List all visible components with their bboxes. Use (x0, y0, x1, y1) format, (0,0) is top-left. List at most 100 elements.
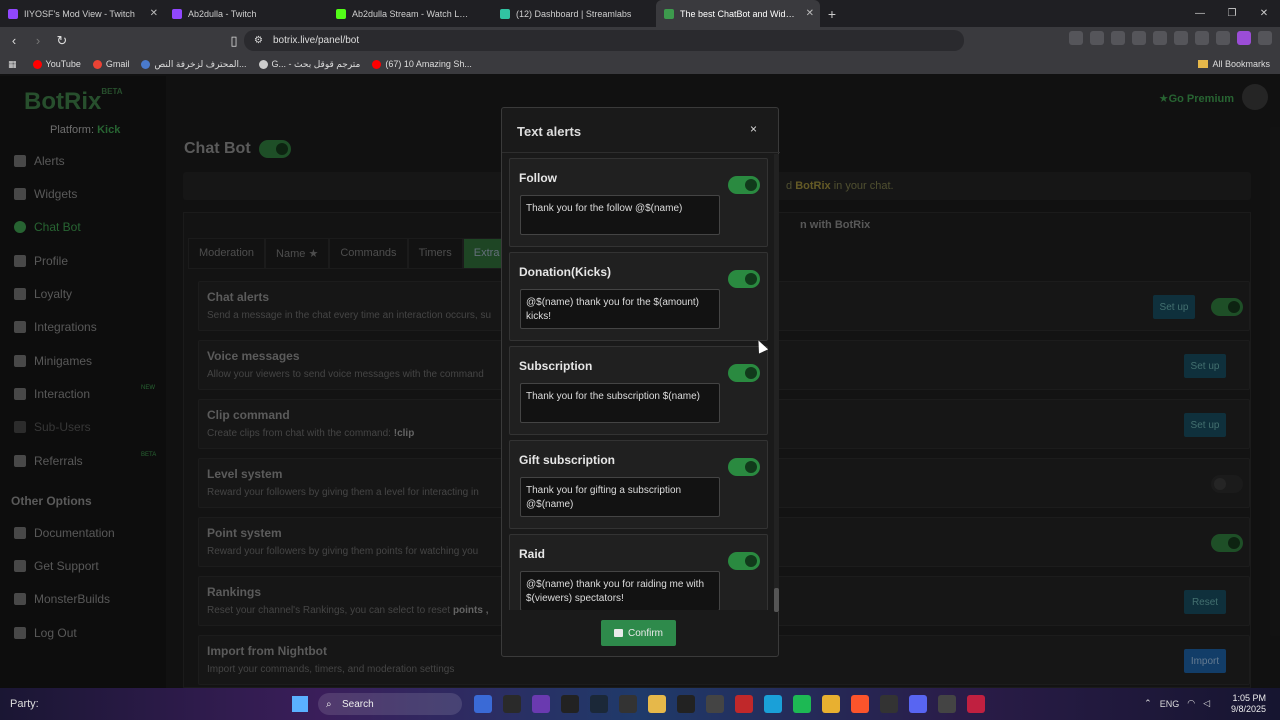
folder-icon (1198, 60, 1209, 68)
kick-icon (336, 8, 346, 19)
extensions-icon[interactable] (1069, 31, 1083, 45)
settings-icon[interactable] (706, 695, 724, 713)
subscription-message-input[interactable]: Thank you for the subscription $(name) (520, 383, 720, 423)
folder-icon[interactable] (648, 695, 666, 713)
profile-icon[interactable] (1237, 31, 1251, 45)
menu-icon[interactable] (1258, 31, 1272, 45)
steam-icon[interactable] (590, 695, 608, 713)
twitch-app-icon[interactable] (532, 695, 550, 713)
download-icon[interactable] (1111, 31, 1125, 45)
apps-grid-icon[interactable]: ▦ (8, 59, 17, 70)
language-indicator[interactable]: ENG (1160, 699, 1180, 709)
close-window-icon[interactable]: ✕ (1248, 0, 1280, 27)
discord-icon[interactable] (909, 695, 927, 713)
vpn-icon[interactable] (1216, 31, 1230, 45)
close-tab-icon[interactable]: ✕ (150, 8, 158, 19)
bookmark-item[interactable]: المحترف لزخرفة النص... (141, 59, 247, 70)
media-icon[interactable] (1132, 31, 1146, 45)
youtube-icon (372, 59, 382, 69)
xbox-icon[interactable] (503, 695, 521, 713)
close-tab-icon[interactable]: ✕ (806, 8, 814, 19)
streamlabs-icon (500, 8, 510, 19)
bookmarks-bar: ▦ YouTube Gmail المحترف لزخرفة النص... G… (0, 54, 1280, 74)
all-bookmarks[interactable]: All Bookmarks (1198, 59, 1270, 69)
chrome-icon[interactable] (822, 695, 840, 713)
taskbar-apps (474, 695, 985, 713)
bookmark-item[interactable]: G... - مترجم قوقل بحث (258, 59, 360, 70)
clock[interactable]: 1:05 PM 9/8/2025 (1231, 693, 1266, 715)
forward-icon[interactable]: › (28, 31, 48, 51)
minimize-icon[interactable]: — (1184, 0, 1216, 27)
gmail-icon (92, 59, 102, 69)
screenshot-icon[interactable] (1090, 31, 1104, 45)
alert-card-subscription: Subscription Thank you for the subscript… (509, 346, 768, 435)
alert-card-follow: Follow Thank you for the follow @$(name) (509, 158, 768, 247)
url-input[interactable]: ⚙ botrix.live/panel/bot (244, 30, 964, 51)
obs-icon[interactable] (880, 695, 898, 713)
modal-divider (502, 152, 780, 153)
confirm-button[interactable]: Confirm (601, 620, 676, 646)
back-icon[interactable]: ‹ (4, 31, 24, 51)
donation-toggle[interactable] (728, 270, 760, 293)
app-icon[interactable] (967, 695, 985, 713)
wallet-icon[interactable] (1174, 31, 1188, 45)
app-icon[interactable] (938, 695, 956, 713)
chevron-up-icon[interactable]: ⌃ (1144, 698, 1152, 709)
app-icon[interactable] (735, 695, 753, 713)
alert-card-donation: Donation(Kicks) @$(name) thank you for t… (509, 252, 768, 341)
window-controls: — ❐ ✕ (1184, 0, 1280, 27)
scrollbar-thumb[interactable] (774, 588, 779, 612)
epic-games-icon[interactable] (561, 695, 579, 713)
site-info-icon[interactable]: ⚙ (254, 35, 263, 46)
wifi-icon[interactable]: ◠ (1187, 698, 1195, 709)
alerts-scroll-area[interactable]: Follow Thank you for the follow @$(name)… (509, 158, 769, 610)
toolbar-icons (1069, 31, 1272, 45)
browser-tab[interactable]: (12) Dashboard | Streamlabs (492, 0, 656, 27)
system-tray: ⌃ ENG ◠ ◁ (1144, 698, 1210, 709)
bookmark-item[interactable]: YouTube (32, 59, 81, 69)
twitch-icon (8, 8, 18, 19)
botrix-icon (664, 8, 674, 19)
party-label: Party: (10, 698, 39, 710)
raid-message-input[interactable]: @$(name) thank you for raiding me with $… (520, 571, 720, 610)
browser-tab[interactable]: IIYOSF's Mod View - Twitch ✕ (0, 0, 164, 27)
taskbar-search[interactable]: ⌕ Search (318, 693, 462, 715)
gift-subscription-toggle[interactable] (728, 458, 760, 481)
leo-icon[interactable] (1195, 31, 1209, 45)
browser-tab[interactable]: Ab2dulla Stream - Watch Live on (328, 0, 492, 27)
spotify-icon[interactable] (793, 695, 811, 713)
twitch-icon (172, 8, 182, 19)
close-icon[interactable]: × (750, 122, 757, 136)
app-icon[interactable] (619, 695, 637, 713)
edge-icon[interactable] (764, 695, 782, 713)
bookmark-icon[interactable]: ▯ (224, 31, 244, 51)
link-icon (141, 59, 151, 69)
modal-scrollbar[interactable] (774, 154, 779, 612)
brave-icon[interactable] (851, 695, 869, 713)
alert-card-raid: Raid @$(name) thank you for raiding me w… (509, 534, 768, 610)
new-tab-button[interactable]: + (820, 0, 844, 27)
google-icon (258, 59, 268, 69)
browser-tab[interactable]: Ab2dulla - Twitch (164, 0, 328, 27)
volume-icon[interactable]: ◁ (1203, 698, 1210, 709)
github-icon[interactable] (677, 695, 695, 713)
follow-toggle[interactable] (728, 176, 760, 199)
save-icon (613, 629, 623, 637)
alert-card-gift-subscription: Gift subscription Thank you for gifting … (509, 440, 768, 529)
gift-subscription-message-input[interactable]: Thank you for gifting a subscription @$(… (520, 477, 720, 517)
maximize-icon[interactable]: ❐ (1216, 0, 1248, 27)
text-alerts-modal: Text alerts × Follow Thank you for the f… (501, 107, 780, 657)
sidebar-icon[interactable] (1153, 31, 1167, 45)
bookmark-item[interactable]: Gmail (92, 59, 129, 69)
file-explorer-icon[interactable] (474, 695, 492, 713)
browser-tab-active[interactable]: The best ChatBot and Widgets f ✕ (656, 0, 820, 27)
follow-message-input[interactable]: Thank you for the follow @$(name) (520, 195, 720, 235)
browser-tab-strip: IIYOSF's Mod View - Twitch ✕ Ab2dulla - T… (0, 0, 1280, 27)
subscription-toggle[interactable] (728, 364, 760, 387)
donation-message-input[interactable]: @$(name) thank you for the $(amount) kic… (520, 289, 720, 329)
windows-start-icon[interactable] (292, 696, 308, 712)
raid-toggle[interactable] (728, 552, 760, 575)
bookmark-item[interactable]: (67) 10 Amazing Sh... (372, 59, 472, 69)
reload-icon[interactable]: ↻ (52, 31, 72, 51)
search-icon: ⌕ (326, 698, 332, 710)
